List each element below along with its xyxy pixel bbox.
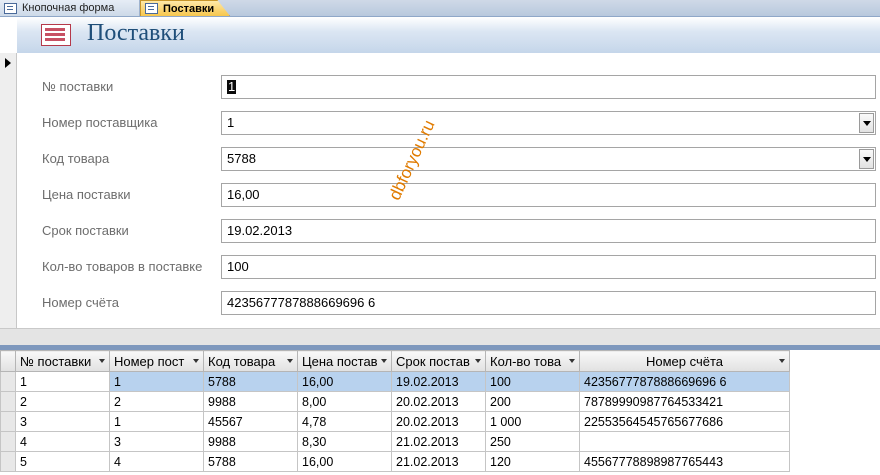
form-body: № поставки 1 Номер поставщика 1 Код това… xyxy=(17,53,880,328)
table-cell[interactable]: 19.02.2013 xyxy=(391,371,486,392)
column-header[interactable]: Номер счёта xyxy=(579,350,790,372)
table-row[interactable]: 1 1 5788 16,00 19.02.2013 100 4235677787… xyxy=(0,371,790,392)
label-product-code: Код товара xyxy=(42,151,110,166)
table-cell[interactable]: 3 xyxy=(109,431,204,452)
table-cell[interactable]: 1 000 xyxy=(485,411,580,432)
product-code-combo[interactable]: 5788 xyxy=(221,147,876,171)
table-cell[interactable]: 22553564545765677686 xyxy=(579,411,790,432)
table-cell[interactable]: 45567778898987765443 xyxy=(579,451,790,472)
quantity-value: 100 xyxy=(227,259,249,274)
row-selector[interactable] xyxy=(0,431,16,452)
table-row[interactable]: 3 1 45567 4,78 20.02.2013 1 000 22553564… xyxy=(0,411,790,432)
delivery-no-value: 1 xyxy=(227,79,237,94)
table-cell[interactable]: 4 xyxy=(15,431,110,452)
table-cell[interactable]: 4235677787888669696 6 xyxy=(579,371,790,392)
dropdown-arrow-icon[interactable] xyxy=(859,149,874,169)
column-header[interactable]: Цена постав xyxy=(297,350,392,372)
column-header[interactable]: Номер пост xyxy=(109,350,204,372)
table-cell[interactable]: 3 xyxy=(15,411,110,432)
table-cell[interactable]: 9988 xyxy=(203,431,298,452)
table-cell[interactable]: 120 xyxy=(485,451,580,472)
label-delivery-no: № поставки xyxy=(42,79,114,94)
table-cell[interactable]: 45567 xyxy=(203,411,298,432)
delivery-date-value: 19.02.2013 xyxy=(227,223,293,238)
table-cell[interactable] xyxy=(579,431,790,452)
supplier-no-value: 1 xyxy=(227,115,235,130)
table-cell[interactable]: 20.02.2013 xyxy=(391,391,486,412)
page-title: Поставки xyxy=(87,20,185,46)
label-price: Цена поставки xyxy=(42,187,131,202)
sort-filter-icon xyxy=(287,359,293,363)
dropdown-arrow-icon[interactable] xyxy=(859,113,874,133)
table-cell[interactable]: 20.02.2013 xyxy=(391,411,486,432)
form-header: Поставки xyxy=(17,17,880,53)
row-selector[interactable] xyxy=(0,371,16,392)
sort-filter-icon xyxy=(569,359,575,363)
row-selector[interactable] xyxy=(0,451,16,472)
datasheet-table: № поставки Номер пост Код товара Цена по… xyxy=(0,350,790,472)
tab-switchboard-form[interactable]: Кнопочная форма xyxy=(0,0,140,16)
table-cell[interactable]: 5 xyxy=(15,451,110,472)
table-cell[interactable]: 21.02.2013 xyxy=(391,451,486,472)
select-all-corner[interactable] xyxy=(0,350,16,372)
tab-label: Кнопочная форма xyxy=(22,2,115,14)
row-selector[interactable] xyxy=(0,411,16,432)
table-cell[interactable]: 9988 xyxy=(203,391,298,412)
column-header[interactable]: Срок постав xyxy=(391,350,486,372)
document-tabbar: Кнопочная форма Поставки xyxy=(0,0,880,17)
form-icon xyxy=(145,3,158,14)
sort-filter-icon xyxy=(779,359,785,363)
sort-filter-icon xyxy=(99,359,105,363)
sort-filter-icon xyxy=(381,359,387,363)
table-cell[interactable]: 5788 xyxy=(203,451,298,472)
table-cell[interactable]: 1 xyxy=(109,371,204,392)
price-field[interactable]: 16,00 xyxy=(221,183,876,207)
label-invoice-no: Номер счёта xyxy=(42,295,120,310)
table-cell[interactable]: 1 xyxy=(109,411,204,432)
label-delivery-date: Срок поставки xyxy=(42,223,129,238)
table-cell[interactable]: 21.02.2013 xyxy=(391,431,486,452)
table-cell[interactable]: 8,30 xyxy=(297,431,392,452)
table-cell[interactable]: 4,78 xyxy=(297,411,392,432)
table-cell[interactable]: 16,00 xyxy=(297,451,392,472)
table-cell[interactable]: 8,00 xyxy=(297,391,392,412)
table-cell[interactable]: 250 xyxy=(485,431,580,452)
product-code-value: 5788 xyxy=(227,151,256,166)
record-selector[interactable] xyxy=(0,53,17,328)
table-cell[interactable]: 78789990987764533421 xyxy=(579,391,790,412)
supplier-no-combo[interactable]: 1 xyxy=(221,111,876,135)
label-quantity: Кол-во товаров в поставке xyxy=(42,259,203,274)
invoice-no-field[interactable]: 4235677787888669696 6 xyxy=(221,291,876,315)
table-cell[interactable]: 2 xyxy=(109,391,204,412)
column-header[interactable]: Код товара xyxy=(203,350,298,372)
table-row[interactable]: 4 3 9988 8,30 21.02.2013 250 xyxy=(0,431,790,452)
form-icon xyxy=(4,2,17,14)
form-icon xyxy=(41,24,71,46)
sort-filter-icon xyxy=(475,359,481,363)
table-row[interactable]: 5 4 5788 16,00 21.02.2013 120 4556777889… xyxy=(0,451,790,472)
tab-deliveries[interactable]: Поставки xyxy=(140,0,230,16)
table-cell[interactable]: 4 xyxy=(109,451,204,472)
table-cell[interactable]: 2 xyxy=(15,391,110,412)
tab-label: Поставки xyxy=(163,2,215,15)
table-cell[interactable]: 1 xyxy=(15,371,110,392)
delivery-no-field[interactable]: 1 xyxy=(221,75,876,99)
row-selector[interactable] xyxy=(0,391,16,412)
table-cell[interactable]: 200 xyxy=(485,391,580,412)
column-header[interactable]: Кол-во това xyxy=(485,350,580,372)
delivery-date-field[interactable]: 19.02.2013 xyxy=(221,219,876,243)
table-cell[interactable]: 5788 xyxy=(203,371,298,392)
invoice-no-value: 4235677787888669696 6 xyxy=(227,295,376,310)
label-supplier-no: Номер поставщика xyxy=(42,115,158,130)
sort-filter-icon xyxy=(193,359,199,363)
datasheet: № поставки Номер пост Код товара Цена по… xyxy=(0,350,880,475)
table-cell[interactable]: 16,00 xyxy=(297,371,392,392)
table-row[interactable]: 2 2 9988 8,00 20.02.2013 200 78789990987… xyxy=(0,391,790,412)
price-value: 16,00 xyxy=(227,187,260,202)
table-cell[interactable]: 100 xyxy=(485,371,580,392)
column-header[interactable]: № поставки xyxy=(15,350,110,372)
quantity-field[interactable]: 100 xyxy=(221,255,876,279)
current-record-arrow-icon xyxy=(5,58,11,68)
